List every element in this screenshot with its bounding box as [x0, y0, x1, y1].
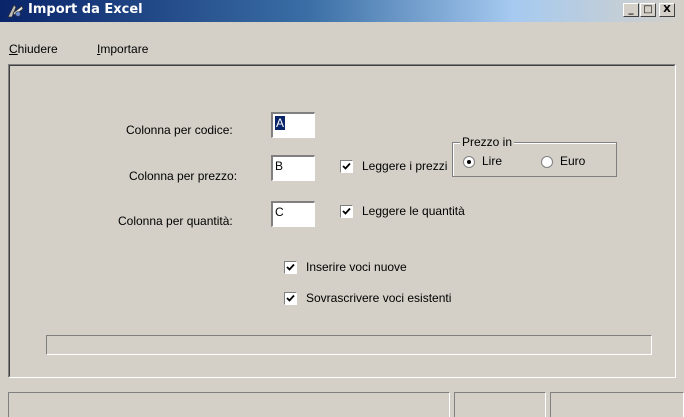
inserire-voci-checkbox[interactable] — [284, 261, 297, 274]
checkmark-icon — [286, 263, 295, 271]
menu-importare-label: mportare — [100, 42, 149, 56]
sovrascrivere-voci-label[interactable]: Sovrascrivere voci esistenti — [306, 291, 451, 305]
leggere-prezzi-checkbox[interactable] — [340, 160, 353, 173]
excel-import-icon — [7, 4, 24, 18]
menu-bar: Chiudere Importare — [0, 22, 684, 60]
quantita-input[interactable]: C — [271, 201, 315, 227]
sovrascrivere-voci-checkbox[interactable] — [284, 292, 297, 305]
inserire-voci-label[interactable]: Inserire voci nuove — [306, 260, 407, 274]
menu-importare[interactable]: Importare — [97, 42, 148, 56]
checkmark-icon — [342, 162, 351, 170]
leggere-quantita-checkbox[interactable] — [340, 205, 353, 218]
window-title: Import da Excel — [28, 2, 143, 17]
euro-label[interactable]: Euro — [560, 154, 585, 168]
maximize-button[interactable]: □ — [640, 3, 656, 17]
leggere-prezzi-label[interactable]: Leggere i prezzi — [362, 159, 457, 173]
lire-radio[interactable] — [463, 156, 475, 168]
leggere-quantita-label[interactable]: Leggere le quantità — [362, 204, 465, 218]
prezzo-input[interactable]: B — [271, 155, 315, 181]
checkmark-icon — [286, 294, 295, 302]
minimize-button[interactable]: _ — [623, 3, 639, 17]
status-pane-main — [8, 392, 450, 417]
prezzo-label: Colonna per prezzo: — [129, 169, 238, 183]
close-button[interactable]: X — [659, 3, 675, 17]
quantita-value: C — [275, 205, 284, 219]
menu-chiudere-key: C — [9, 42, 18, 56]
import-progress-bar — [46, 335, 652, 355]
checkmark-icon — [342, 207, 351, 215]
lire-label[interactable]: Lire — [482, 154, 502, 168]
radio-selected-dot — [467, 160, 471, 164]
menu-chiudere-label: hiudere — [17, 42, 58, 56]
prezzo-in-legend: Prezzo in — [460, 135, 515, 149]
euro-radio[interactable] — [541, 156, 553, 168]
menu-chiudere[interactable]: Chiudere — [9, 42, 58, 56]
codice-label: Colonna per codice: — [126, 123, 233, 137]
prezzo-value: B — [275, 159, 284, 173]
quantita-label: Colonna per quantità: — [118, 214, 233, 228]
codice-value: A — [275, 116, 286, 130]
form-panel-inner — [9, 65, 675, 377]
status-pane-3 — [550, 392, 684, 417]
codice-input[interactable]: A — [271, 112, 315, 138]
status-pane-2 — [454, 392, 546, 417]
